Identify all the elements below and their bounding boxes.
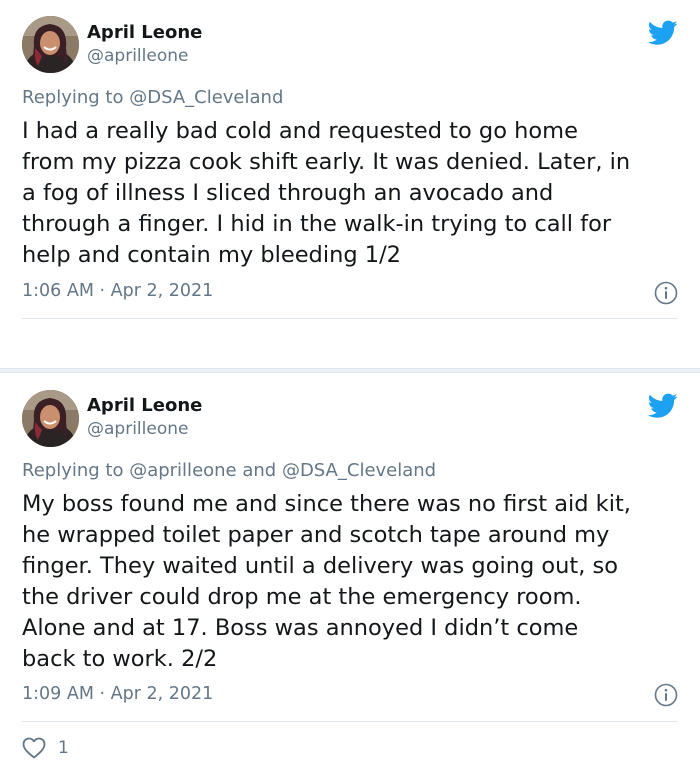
reply-prefix: Replying to	[22, 460, 130, 481]
tweet-text-line: My boss found me and since there was no …	[22, 491, 631, 517]
like-button[interactable]: 1	[22, 737, 69, 759]
twitter-bird-icon[interactable]	[648, 393, 678, 419]
reply-target-link[interactable]: @aprilleone and @DSA_Cleveland	[129, 460, 436, 481]
tweet-text: I had a really bad cold and requested to…	[22, 116, 682, 271]
reply-context: Replying to @DSA_Cleveland	[22, 87, 283, 108]
tweet-text-line: I had a really bad cold and requested to…	[22, 118, 578, 144]
info-icon[interactable]	[654, 281, 678, 305]
tweet-text-line: from my pizza cook shift early. It was d…	[22, 149, 631, 175]
like-count: 1	[58, 738, 69, 758]
tweet-card-1: April Leone @aprilleone Replying to @DSA…	[0, 0, 700, 369]
avatar[interactable]	[22, 390, 79, 447]
reply-context: Replying to @aprilleone and @DSA_Clevela…	[22, 460, 436, 481]
tweet-timestamp[interactable]: 1:06 AM · Apr 2, 2021	[22, 281, 213, 301]
author-name[interactable]: April Leone	[87, 395, 202, 416]
info-icon[interactable]	[654, 683, 678, 707]
author-handle[interactable]: @aprilleone	[87, 419, 188, 439]
divider	[22, 318, 678, 319]
reply-prefix: Replying to	[22, 87, 130, 108]
tweet-timestamp[interactable]: 1:09 AM · Apr 2, 2021	[22, 684, 213, 704]
tweet-text-line: Alone and at 17. Boss was annoyed I didn…	[22, 615, 579, 641]
author-handle[interactable]: @aprilleone	[87, 46, 188, 66]
reply-target-link[interactable]: @DSA_Cleveland	[129, 87, 283, 108]
heart-icon	[22, 737, 46, 759]
tweet-text-line: finger. They waited until a delivery was…	[22, 553, 619, 579]
tweet-text-line: the driver could drop me at the emergenc…	[22, 584, 582, 610]
tweet-text: My boss found me and since there was no …	[22, 489, 682, 675]
tweet-text-line: help and contain my bleeding 1/2	[22, 242, 401, 268]
tweet-text-line: through a finger. I hid in the walk-in t…	[22, 211, 612, 237]
twitter-bird-icon[interactable]	[648, 20, 678, 46]
tweet-text-line: he wrapped toilet paper and scotch tape …	[22, 522, 610, 548]
avatar[interactable]	[22, 16, 79, 73]
tweet-text-line: a fog of illness I sliced through an avo…	[22, 180, 554, 206]
author-name[interactable]: April Leone	[87, 22, 202, 43]
tweet-text-line: back to work. 2/2	[22, 646, 218, 672]
divider	[22, 721, 678, 722]
tweet-card-2: April Leone @aprilleone Replying to @apr…	[0, 372, 700, 774]
